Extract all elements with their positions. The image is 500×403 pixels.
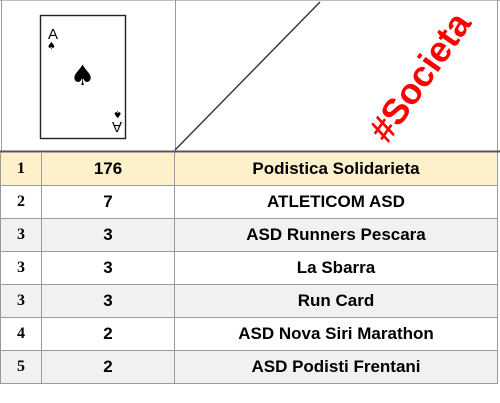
count-cell[interactable]: 3: [42, 285, 175, 318]
rank-cell[interactable]: 5: [0, 351, 42, 384]
table-row: 1 176 Podistica Solidarieta: [0, 153, 500, 186]
svg-text:A: A: [112, 118, 122, 135]
table-row: 5 2 ASD Podisti Frentani: [0, 351, 500, 384]
header-block: A ♠ ♠ A ♠ #Societa: [0, 0, 500, 153]
name-cell[interactable]: La Sbarra: [175, 252, 498, 285]
count-cell[interactable]: 2: [42, 318, 175, 351]
hashtag-label: #Societa: [340, 4, 500, 149]
svg-text:♠: ♠: [113, 108, 122, 119]
hashtag-text: #Societa: [360, 4, 479, 150]
name-cell[interactable]: Run Card: [175, 285, 498, 318]
ace-of-spades-icon: A ♠ ♠ A ♠: [39, 14, 127, 140]
rank-cell[interactable]: 3: [0, 252, 42, 285]
count-cell[interactable]: 3: [42, 252, 175, 285]
table-row: 3 3 ASD Runners Pescara: [0, 219, 500, 252]
rank-cell[interactable]: 4: [0, 318, 42, 351]
svg-text:♠: ♠: [47, 41, 56, 52]
table-row: 4 2 ASD Nova Siri Marathon: [0, 318, 500, 351]
name-cell[interactable]: ASD Podisti Frentani: [175, 351, 498, 384]
count-cell[interactable]: 3: [42, 219, 175, 252]
rank-cell[interactable]: 3: [0, 219, 42, 252]
table-row: 2 7 ATLETICOM ASD: [0, 186, 500, 219]
rank-cell[interactable]: 1: [0, 153, 42, 186]
name-cell[interactable]: Podistica Solidarieta: [175, 153, 498, 186]
rank-cell[interactable]: 2: [0, 186, 42, 219]
name-cell[interactable]: ASD Runners Pescara: [175, 219, 498, 252]
count-cell[interactable]: 7: [42, 186, 175, 219]
rank-cell[interactable]: 3: [0, 285, 42, 318]
spreadsheet: A ♠ ♠ A ♠ #Societa 1 176 Podistica Solidar…: [0, 0, 500, 403]
count-cell[interactable]: 2: [42, 351, 175, 384]
table-row: 3 3 La Sbarra: [0, 252, 500, 285]
name-cell[interactable]: ATLETICOM ASD: [175, 186, 498, 219]
diagonal-divider: [174, 1, 321, 151]
count-cell[interactable]: 176: [42, 153, 175, 186]
name-cell[interactable]: ASD Nova Siri Marathon: [175, 318, 498, 351]
svg-text:♠: ♠: [70, 59, 95, 92]
table-row: 3 3 Run Card: [0, 285, 500, 318]
